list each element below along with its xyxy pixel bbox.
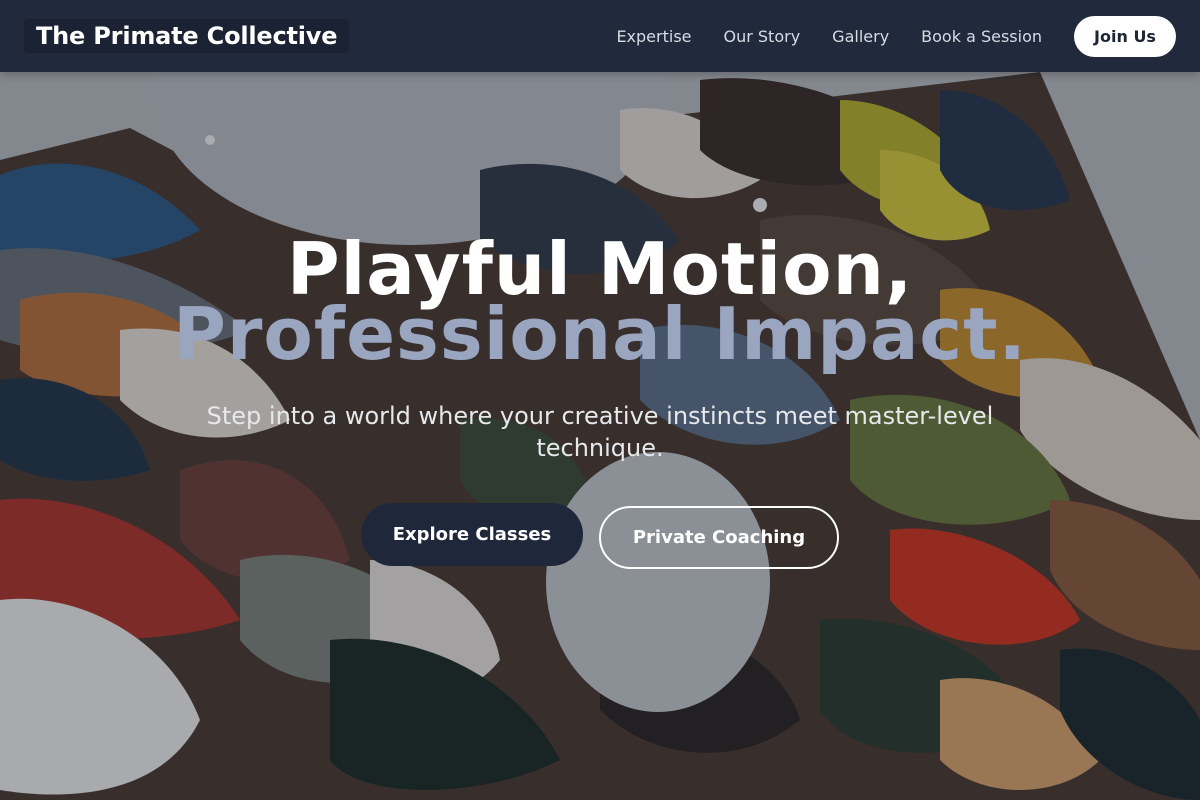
site-header: The Primate Collective Expertise Our Sto…: [0, 0, 1200, 72]
headline-line-2: Professional Impact.: [173, 292, 1027, 376]
main-nav: Expertise Our Story Gallery Book a Sessi…: [616, 15, 1176, 57]
nav-link-book-session[interactable]: Book a Session: [921, 27, 1042, 46]
hero-subtitle: Step into a world where your creative in…: [206, 402, 994, 462]
join-us-button[interactable]: Join Us: [1074, 15, 1176, 57]
explore-classes-button[interactable]: Explore Classes: [361, 503, 583, 566]
hero-cta-group: Explore Classes Private Coaching: [0, 503, 1200, 569]
hero-content: Playful Motion, Professional Impact. Ste…: [0, 226, 1200, 569]
nav-link-our-story[interactable]: Our Story: [724, 27, 801, 46]
brand-logo[interactable]: The Primate Collective: [24, 19, 350, 53]
nav-link-gallery[interactable]: Gallery: [832, 27, 889, 46]
nav-link-expertise[interactable]: Expertise: [616, 27, 691, 46]
private-coaching-button[interactable]: Private Coaching: [599, 506, 839, 569]
hero-headline: Playful Motion, Professional Impact.: [0, 226, 1200, 376]
